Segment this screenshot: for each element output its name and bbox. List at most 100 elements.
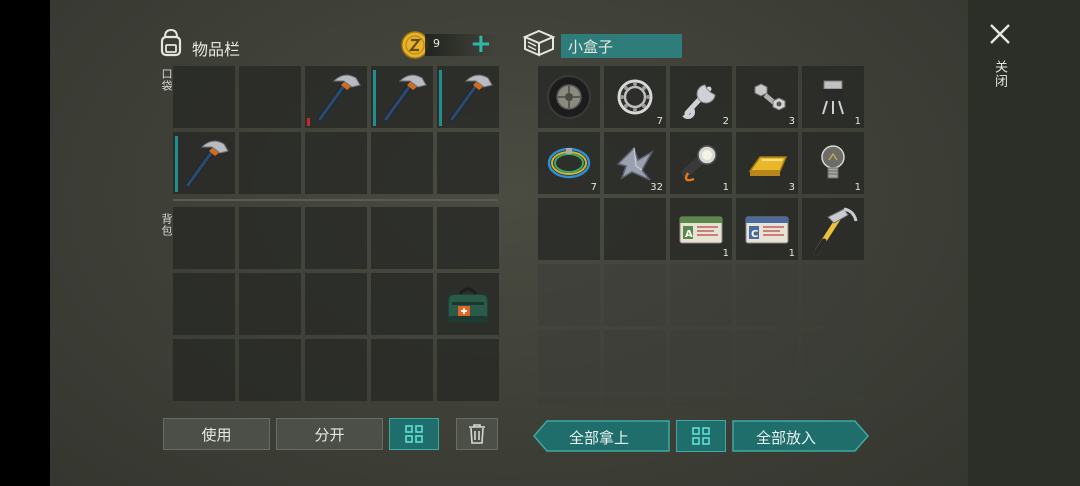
item-slot[interactable]: 3 — [736, 132, 798, 194]
item-slot[interactable] — [437, 207, 499, 269]
item-slot[interactable] — [371, 207, 433, 269]
item-slot[interactable] — [173, 339, 235, 401]
item-slot[interactable]: A1 — [670, 198, 732, 260]
item-slot[interactable] — [437, 339, 499, 401]
item-slot[interactable] — [802, 198, 864, 260]
take-all-button[interactable]: 全部拿上 — [533, 420, 670, 452]
pocket-label: 口袋 — [160, 68, 173, 92]
item-slot[interactable]: 2 — [670, 66, 732, 128]
item-count: 7 — [656, 116, 663, 127]
item-slot[interactable] — [239, 273, 301, 335]
durability-bar — [307, 118, 310, 126]
trash-button[interactable] — [456, 418, 498, 450]
tire-icon — [538, 66, 600, 128]
hatchet-icon — [305, 66, 367, 128]
split-button[interactable]: 分开 — [276, 418, 383, 450]
add-coins-button[interactable]: + — [470, 30, 492, 58]
item-slot[interactable]: 1 — [802, 66, 864, 128]
item-slot[interactable] — [437, 66, 499, 128]
item-slot[interactable] — [604, 264, 666, 326]
item-slot[interactable]: C1 — [736, 198, 798, 260]
item-slot[interactable] — [670, 396, 732, 406]
item-slot[interactable] — [670, 330, 732, 392]
container-sort-button[interactable] — [676, 420, 726, 452]
close-icon — [990, 24, 1010, 44]
container-title: 小盒子 — [568, 38, 614, 56]
item-slot[interactable] — [736, 330, 798, 392]
item-slot[interactable] — [802, 396, 864, 406]
grid-icon — [692, 427, 710, 445]
item-slot[interactable] — [371, 66, 433, 128]
svg-text:A: A — [685, 229, 693, 240]
item-slot[interactable] — [305, 339, 367, 401]
item-count: 2 — [722, 116, 729, 127]
item-count: 1 — [722, 248, 729, 259]
item-slot[interactable] — [173, 66, 235, 128]
item-count: 1 — [722, 182, 729, 193]
section-divider — [173, 199, 498, 201]
backpack-icon — [156, 27, 186, 57]
take-all-label: 全部拿上 — [569, 429, 630, 447]
item-slot[interactable] — [371, 273, 433, 335]
item-slot[interactable] — [538, 198, 600, 260]
item-slot[interactable]: 1 — [670, 132, 732, 194]
backpack-label: 背包 — [160, 213, 173, 237]
item-slot[interactable] — [670, 264, 732, 326]
item-slot[interactable] — [173, 273, 235, 335]
item-slot[interactable] — [604, 198, 666, 260]
item-slot[interactable] — [736, 396, 798, 406]
use-button[interactable]: 使用 — [163, 418, 270, 450]
close-button[interactable] — [988, 22, 1012, 46]
item-count: 3 — [788, 182, 795, 193]
item-slot[interactable] — [538, 66, 600, 128]
item-slot[interactable] — [239, 66, 301, 128]
item-slot[interactable] — [802, 330, 864, 392]
item-slot[interactable]: 7 — [604, 66, 666, 128]
item-slot[interactable] — [173, 207, 235, 269]
durability-bar — [439, 70, 442, 126]
hatchet-icon — [173, 132, 235, 194]
item-slot[interactable] — [305, 207, 367, 269]
item-count: 1 — [788, 248, 795, 259]
container-name-field[interactable]: 小盒子 — [561, 34, 682, 58]
item-slot[interactable] — [604, 330, 666, 392]
durability-bar — [373, 70, 376, 126]
coin-count: 9 — [433, 37, 440, 50]
item-slot[interactable] — [538, 264, 600, 326]
claw-hammer-icon — [802, 198, 864, 260]
item-slot[interactable] — [371, 339, 433, 401]
item-slot[interactable] — [437, 273, 499, 335]
first-aid-bag-icon — [437, 273, 499, 335]
item-slot[interactable]: 3 — [736, 66, 798, 128]
item-slot[interactable] — [437, 132, 499, 194]
sort-grid-button[interactable] — [389, 418, 439, 450]
item-slot[interactable] — [305, 132, 367, 194]
item-slot[interactable]: 7 — [538, 132, 600, 194]
item-slot[interactable] — [538, 396, 600, 406]
item-count: 1 — [854, 182, 861, 193]
right-sidebar: 关闭 — [968, 0, 1080, 486]
trash-icon — [469, 424, 485, 444]
grid-icon — [405, 425, 423, 443]
item-slot[interactable] — [802, 264, 864, 326]
close-label: 关闭 — [992, 60, 1007, 88]
put-all-label: 全部放入 — [756, 429, 817, 447]
item-count: 7 — [590, 182, 597, 193]
item-slot[interactable]: 32 — [604, 132, 666, 194]
item-count: 32 — [650, 182, 663, 193]
game-screen: 物品栏 9 + 口袋 背包 小盒子 7 2 3 1 7 32 1 3 1 A 1 C 1 使用 分开 — [50, 0, 968, 486]
item-slot[interactable] — [173, 132, 235, 194]
item-slot[interactable] — [538, 330, 600, 392]
item-slot[interactable] — [239, 207, 301, 269]
item-slot[interactable] — [736, 264, 798, 326]
hatchet-icon — [437, 66, 499, 128]
item-slot[interactable]: 1 — [802, 132, 864, 194]
item-slot[interactable] — [305, 66, 367, 128]
inventory-title: 物品栏 — [192, 40, 241, 59]
put-all-button[interactable]: 全部放入 — [732, 420, 869, 452]
item-slot[interactable] — [604, 396, 666, 406]
item-slot[interactable] — [371, 132, 433, 194]
item-slot[interactable] — [305, 273, 367, 335]
item-slot[interactable] — [239, 339, 301, 401]
item-slot[interactable] — [239, 132, 301, 194]
